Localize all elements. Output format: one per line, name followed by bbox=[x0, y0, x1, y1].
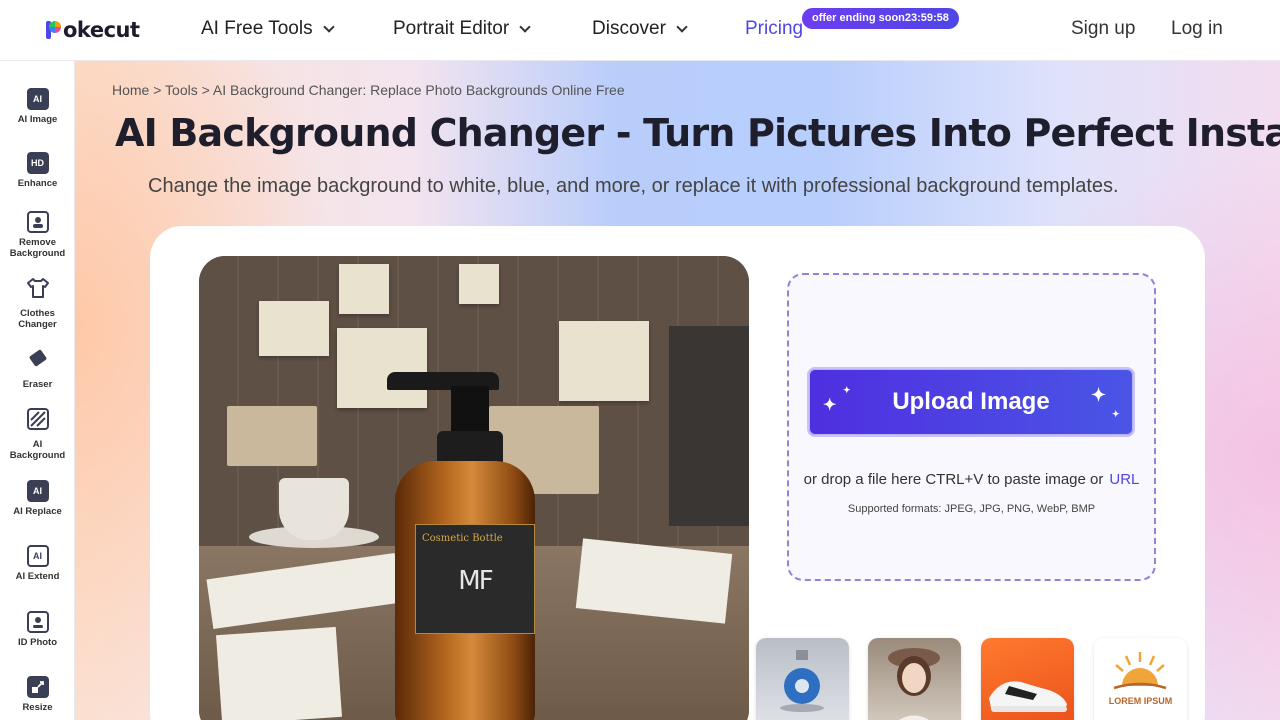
id-photo-icon bbox=[26, 611, 49, 633]
nav-label: AI Free Tools bbox=[201, 18, 313, 39]
tshirt-icon bbox=[26, 277, 50, 304]
main-content: Home > Tools > AI Background Changer: Re… bbox=[75, 61, 1280, 720]
laptop-silhouette bbox=[669, 326, 749, 526]
nav-label: Discover bbox=[592, 18, 666, 39]
sneaker-icon bbox=[989, 681, 1067, 712]
sidebar-item-label: Enhance bbox=[17, 178, 58, 189]
pinned-note bbox=[339, 264, 389, 314]
nav-ai-free-tools[interactable]: AI Free Tools bbox=[201, 18, 335, 40]
woman-portrait-icon bbox=[888, 648, 940, 720]
nav-portrait-editor[interactable]: Portrait Editor bbox=[393, 18, 531, 40]
eraser-icon bbox=[25, 348, 51, 375]
pinned-note bbox=[559, 321, 649, 401]
supported-formats: Supported formats: JPEG, JPG, PNG, WebP,… bbox=[847, 503, 1096, 515]
nav-label: Portrait Editor bbox=[393, 18, 510, 39]
pinned-note bbox=[337, 328, 427, 408]
offer-badge[interactable]: offer ending soon23:59:58 bbox=[802, 8, 959, 29]
sidebar-item-ai-replace[interactable]: AI AI Replace bbox=[0, 480, 75, 517]
sidebar-item-label: ID Photo bbox=[17, 637, 58, 648]
book-stack bbox=[489, 406, 599, 436]
upload-dropzone[interactable]: ✦ ✦ Upload Image ✦ ✦ or drop a file here… bbox=[787, 273, 1156, 581]
sidebar-item-label: AI Extend bbox=[15, 571, 60, 582]
pinned-note bbox=[459, 264, 499, 304]
sparkle-icon: ✦ bbox=[1091, 385, 1107, 405]
login-link[interactable]: Log in bbox=[1171, 18, 1223, 40]
chevron-down-icon bbox=[322, 20, 335, 33]
breadcrumb[interactable]: Home > Tools > AI Background Changer: Re… bbox=[112, 82, 625, 98]
drop-text: or drop a file here CTRL+V to paste imag… bbox=[803, 471, 1104, 488]
sidebar-item-label: Eraser bbox=[22, 379, 53, 390]
sidebar-item-ai-background[interactable]: AI Background bbox=[0, 408, 75, 461]
resize-icon bbox=[26, 676, 49, 698]
signup-link[interactable]: Sign up bbox=[1071, 18, 1135, 40]
sidebar-item-label: AI Image bbox=[17, 114, 58, 125]
sidebar-item-resize[interactable]: Resize bbox=[0, 676, 75, 713]
remove-background-icon bbox=[26, 211, 49, 233]
perfume-bottle-icon bbox=[780, 650, 824, 712]
hero-example-image: Cosmetic Bottle MF bbox=[199, 256, 749, 720]
ai-background-icon bbox=[26, 408, 49, 435]
sidebar-item-clothes-changer[interactable]: Clothes Changer bbox=[0, 277, 75, 330]
bottle-label-mark: MF bbox=[458, 566, 493, 596]
sidebar-item-eraser[interactable]: Eraser bbox=[0, 348, 75, 390]
drop-instructions: or drop a file here CTRL+V to paste imag… bbox=[789, 471, 1154, 488]
sidebar-item-label: Clothes Changer bbox=[18, 308, 57, 330]
logo-sample-text: LOREM IPSUM bbox=[1108, 696, 1173, 706]
sidebar-item-label: Remove Background bbox=[9, 237, 66, 259]
sparkle-icon: ✦ bbox=[843, 385, 851, 395]
ai-extend-icon: AI bbox=[26, 545, 49, 567]
sample-thumb-sneaker[interactable] bbox=[981, 638, 1074, 720]
sidebar-item-ai-image[interactable]: AI AI Image bbox=[0, 88, 75, 125]
sparkle-icon: ✦ bbox=[823, 397, 837, 414]
sample-thumb-logo[interactable]: LOREM IPSUM bbox=[1094, 638, 1187, 720]
page-subtitle: Change the image background to white, bl… bbox=[148, 175, 1119, 197]
logo-text: okecut bbox=[63, 18, 140, 42]
url-link[interactable]: URL bbox=[1109, 471, 1139, 488]
chevron-down-icon bbox=[676, 20, 688, 33]
upload-button-label: Upload Image bbox=[892, 388, 1050, 415]
ai-replace-icon: AI bbox=[26, 480, 49, 502]
nav-discover[interactable]: Discover bbox=[592, 18, 688, 40]
upload-image-button[interactable]: ✦ ✦ Upload Image ✦ ✦ bbox=[807, 367, 1135, 437]
tool-sidebar: AI AI Image HD Enhance Remove Background… bbox=[0, 61, 75, 720]
tool-card: Cosmetic Bottle MF ✦ ✦ Upload Image ✦ ✦ … bbox=[150, 226, 1205, 720]
ai-image-icon: AI bbox=[26, 88, 49, 110]
sidebar-item-label: Resize bbox=[22, 702, 53, 713]
nav-pricing[interactable]: Pricing bbox=[745, 18, 803, 40]
sidebar-item-remove-background[interactable]: Remove Background bbox=[0, 211, 75, 259]
pinned-note bbox=[259, 301, 329, 356]
coffee-cup bbox=[279, 478, 349, 540]
pokecut-logo[interactable]: okecut bbox=[46, 18, 140, 42]
chevron-down-icon bbox=[519, 20, 531, 33]
bottle-label-text: Cosmetic Bottle bbox=[422, 533, 503, 544]
hd-enhance-icon: HD bbox=[26, 152, 49, 174]
bottle-label: Cosmetic Bottle MF bbox=[415, 524, 535, 634]
sidebar-item-label: AI Replace bbox=[13, 506, 62, 517]
sidebar-item-label: AI Background bbox=[9, 439, 66, 461]
sample-thumb-woman-portrait[interactable] bbox=[868, 638, 961, 720]
sidebar-item-ai-extend[interactable]: AI AI Extend bbox=[0, 545, 75, 582]
paper-sheet bbox=[216, 626, 342, 720]
page-title: AI Background Changer - Turn Pictures In… bbox=[115, 111, 1280, 155]
sample-thumb-perfume-bottle[interactable] bbox=[756, 638, 849, 720]
sparkle-icon: ✦ bbox=[1112, 409, 1120, 419]
sidebar-item-id-photo[interactable]: ID Photo bbox=[0, 611, 75, 648]
top-header: okecut AI Free Tools Portrait Editor Dis… bbox=[0, 0, 1280, 61]
logo-mark-icon bbox=[46, 19, 62, 41]
book-stack bbox=[227, 406, 317, 466]
sidebar-item-enhance[interactable]: HD Enhance bbox=[0, 152, 75, 189]
